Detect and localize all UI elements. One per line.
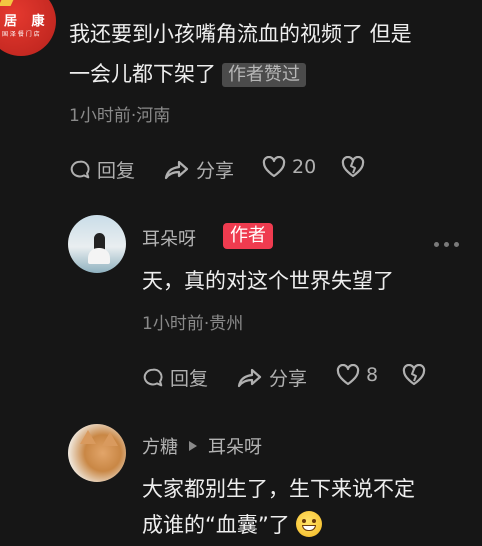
reply2-reply-to[interactable]: 耳朵呀 bbox=[208, 433, 262, 459]
share-label: 分享 bbox=[196, 160, 235, 182]
avatar-cat-ear bbox=[102, 432, 118, 446]
reply-icon bbox=[143, 368, 163, 386]
like-count: 20 bbox=[292, 156, 317, 178]
avatar-sub-text: 国 泽 餐 门 店 bbox=[2, 31, 40, 38]
like-button[interactable]: 20 bbox=[262, 156, 316, 178]
reply-icon bbox=[70, 160, 90, 178]
comment-text-line1: 我还要到小孩嘴角流血的视频了 但是 bbox=[69, 22, 412, 46]
reply2-text-line1: 大家都别生了，生下来说不定 bbox=[142, 477, 415, 501]
reply2-header: 方糖 耳朵呀 bbox=[142, 433, 262, 459]
share-icon bbox=[237, 368, 262, 387]
reply1-dislike-button[interactable] bbox=[402, 364, 426, 386]
dislike-button[interactable] bbox=[341, 156, 365, 178]
avatar-brand-text: 居 康 bbox=[4, 14, 50, 29]
reply1-username[interactable]: 耳朵呀 bbox=[142, 225, 196, 251]
reply-button[interactable]: 回复 bbox=[69, 156, 135, 183]
author-liked-badge: 作者赞过 bbox=[222, 63, 306, 87]
reply1-reply-button[interactable]: 回复 bbox=[142, 364, 208, 391]
reply1-avatar[interactable] bbox=[68, 215, 126, 273]
share-icon bbox=[164, 160, 189, 179]
avatar-dress bbox=[88, 248, 110, 264]
like-count: 8 bbox=[366, 364, 379, 386]
more-dots-icon[interactable] bbox=[434, 242, 459, 247]
heart-icon bbox=[262, 156, 286, 178]
triangle-right-icon bbox=[189, 441, 197, 451]
broken-heart-icon bbox=[402, 364, 426, 386]
comment-text-line2-wrap: 一会儿都下架了 作者赞过 bbox=[69, 57, 306, 92]
reply1-text: 天，真的对这个世界失望了 bbox=[142, 269, 394, 293]
share-label: 分享 bbox=[269, 368, 308, 390]
reply1-meta: 1小时前·贵州 bbox=[142, 314, 244, 334]
reply-label: 回复 bbox=[170, 368, 209, 390]
reply1-like-button[interactable]: 8 bbox=[336, 364, 378, 386]
grinning-face-emoji-icon bbox=[295, 511, 322, 537]
reply2-text-line2: 成谁的“血囊”了 bbox=[142, 513, 290, 537]
logo-mark bbox=[0, 0, 14, 6]
reply-label: 回复 bbox=[97, 160, 136, 182]
commenter-avatar[interactable]: 居 康 国 泽 餐 门 店 bbox=[0, 0, 56, 56]
reply1-share-button[interactable]: 分享 bbox=[237, 364, 307, 391]
broken-heart-icon bbox=[341, 156, 365, 178]
reply2-username[interactable]: 方糖 bbox=[142, 433, 178, 459]
avatar-cat-ear bbox=[80, 430, 96, 444]
reply2-text-line2-wrap: 成谁的“血囊”了 bbox=[142, 508, 322, 543]
share-button[interactable]: 分享 bbox=[164, 156, 234, 183]
author-badge: 作者 bbox=[223, 223, 273, 249]
comment-meta: 1小时前·河南 bbox=[69, 106, 171, 126]
comment-text-line2: 一会儿都下架了 bbox=[69, 62, 216, 86]
heart-icon bbox=[336, 364, 360, 386]
reply2-avatar[interactable] bbox=[68, 424, 126, 482]
